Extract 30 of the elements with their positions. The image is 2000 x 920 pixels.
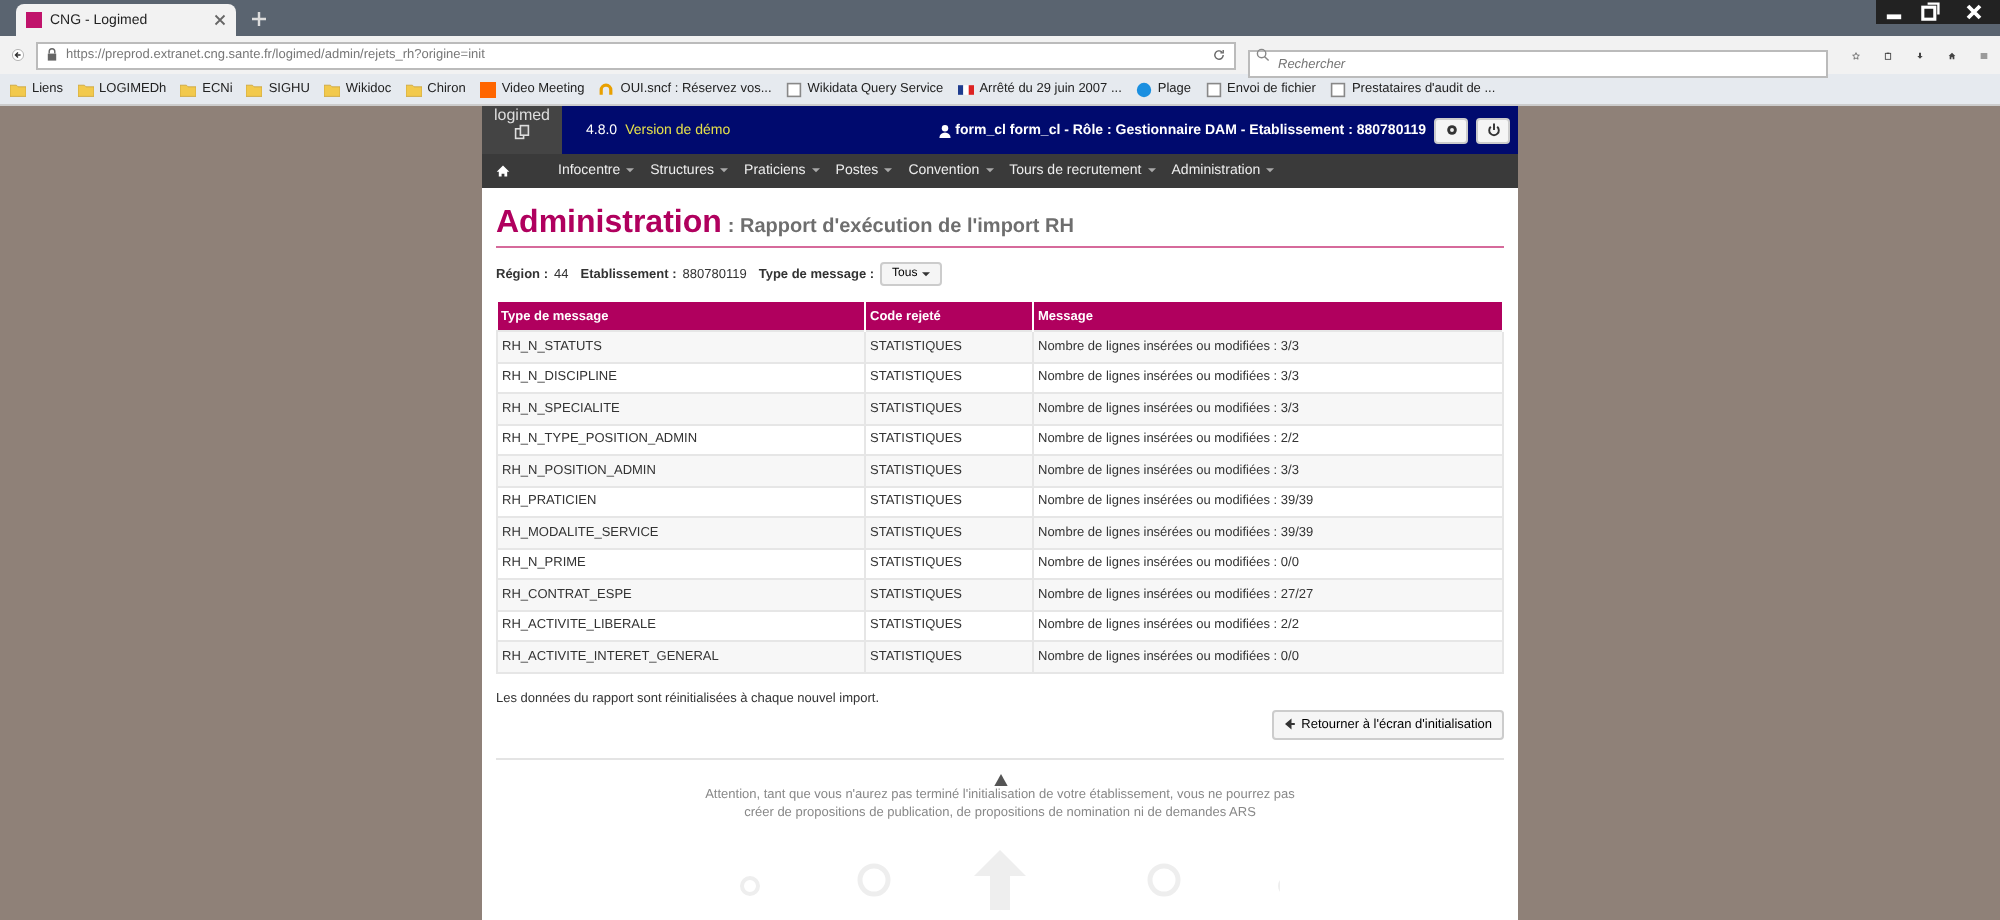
flag-icon[interactable] xyxy=(957,81,974,97)
caret-icon xyxy=(985,168,994,174)
reload-icon[interactable] xyxy=(1212,48,1226,62)
home-icon[interactable] xyxy=(496,164,510,178)
user-icon xyxy=(937,123,952,137)
square-icon[interactable] xyxy=(479,81,496,97)
warning-icon xyxy=(993,773,1007,785)
page-subtitle: : Rapport d'exécution de l'import RH xyxy=(727,216,1074,238)
power-icon xyxy=(1485,122,1501,138)
page-icon[interactable] xyxy=(1329,81,1346,97)
caret-icon xyxy=(1266,168,1275,174)
page-icon[interactable] xyxy=(1205,81,1221,97)
globe-icon[interactable] xyxy=(1135,81,1152,97)
settings-button[interactable] xyxy=(1434,117,1468,143)
logo-text[interactable]: logimed xyxy=(493,106,550,124)
site-icon xyxy=(26,12,42,28)
page-icon[interactable] xyxy=(785,81,802,97)
lock-icon xyxy=(46,48,58,62)
arrow-icon xyxy=(1283,718,1296,730)
power-button[interactable] xyxy=(1476,117,1510,143)
caret-icon xyxy=(921,271,930,277)
pages-icon xyxy=(514,124,530,140)
search-icon xyxy=(1256,48,1270,62)
page-title: Administration xyxy=(496,206,722,242)
caret-icon xyxy=(811,168,820,174)
caret-icon xyxy=(884,168,893,174)
caret-icon xyxy=(720,168,729,174)
plus-icon[interactable] xyxy=(252,12,266,26)
caret-icon xyxy=(1147,168,1156,174)
caret-icon xyxy=(626,168,635,174)
